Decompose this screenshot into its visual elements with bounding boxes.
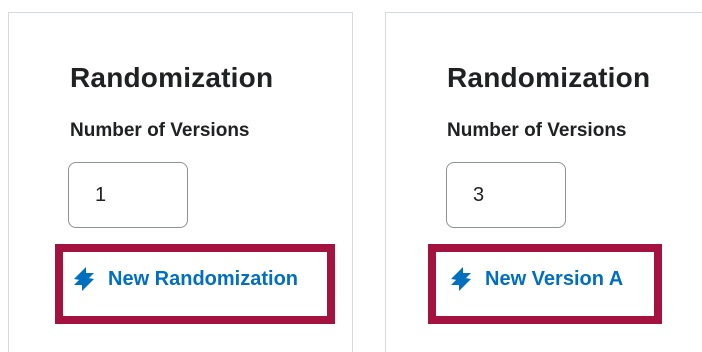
number-of-versions-input[interactable] xyxy=(446,162,566,228)
new-version-a-label: New Version A xyxy=(485,267,624,290)
sync-icon xyxy=(72,265,96,293)
section-title: Randomization xyxy=(70,62,274,93)
new-randomization-button[interactable]: New Randomization xyxy=(72,265,298,293)
sync-icon xyxy=(449,265,473,293)
new-version-a-button[interactable]: New Version A xyxy=(449,265,623,293)
section-title: Randomization xyxy=(447,62,651,93)
number-of-versions-label: Number of Versions xyxy=(70,120,250,141)
number-of-versions-label: Number of Versions xyxy=(447,120,627,141)
new-randomization-label: New Randomization xyxy=(108,267,299,290)
number-of-versions-input[interactable] xyxy=(68,162,188,228)
